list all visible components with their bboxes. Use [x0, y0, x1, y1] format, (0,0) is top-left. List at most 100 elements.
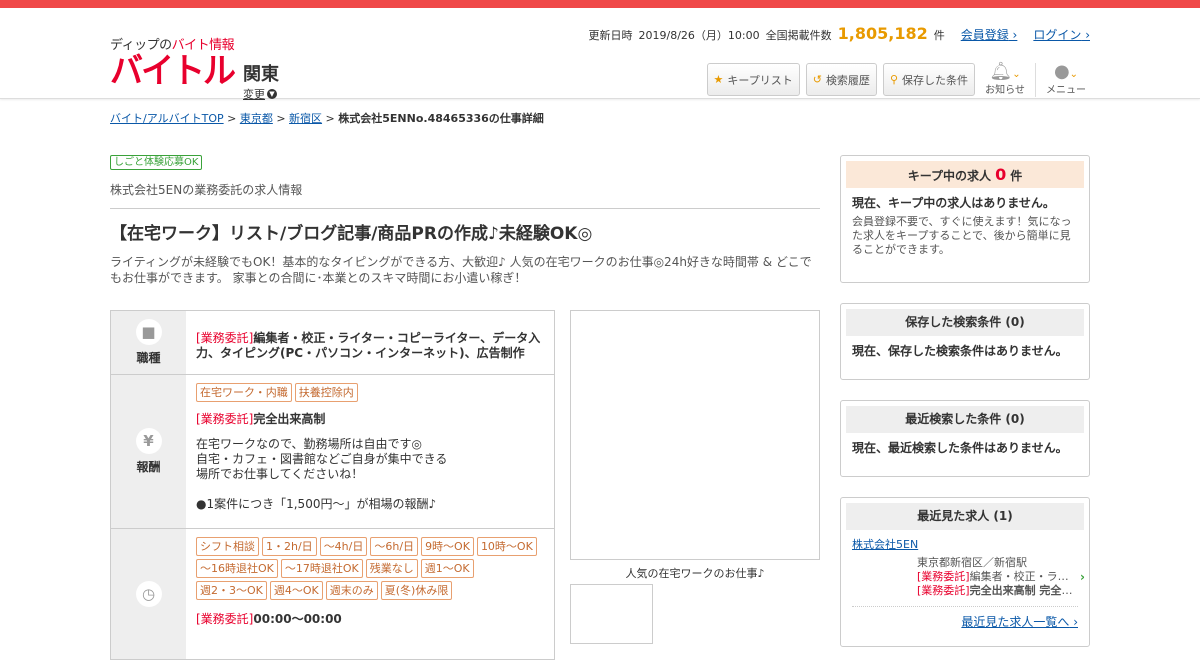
pay-row: ¥ 報酬 在宅ワーク・内職 扶養控除内 [業務委託]完全出来高制 在宅ワークなので… [111, 375, 554, 529]
job-description: ライティングが未経験でもOK！基本的なタイピングができる方、大歓迎♪ 人気の在宅… [110, 255, 812, 285]
bell-icon: 🔔︎⌄ [989, 61, 1021, 82]
time-chip: 10時～OK [476, 537, 537, 556]
time-chip: ～17時退社OK [280, 559, 363, 578]
type-tag: [業務委託] [196, 412, 254, 426]
star-icon: ★ [713, 73, 724, 86]
time-chip: ～16時退社OK [196, 559, 278, 578]
recent-job-location: 東京都新宿区／新宿駅 [917, 556, 1027, 569]
site-header: ディップのバイト情報 バイトル 関東 変更 ▼ 更新日時 2019/8/26（月）… [0, 8, 1200, 102]
job-main-image[interactable] [570, 310, 820, 560]
recent-job-item[interactable]: 東京都新宿区／新宿駅 [業務委託]編集者・校正・ライター・コピーライター [業務… [917, 556, 1085, 598]
type-tag: [業務委託] [917, 570, 970, 583]
time-chip: 9時～OK [421, 537, 474, 556]
logo-wordmark: バイトル [110, 50, 236, 91]
clock-icon: ◷ [135, 581, 162, 607]
pay-chips: 在宅ワーク・内職 扶養控除内 [196, 383, 544, 402]
search-icon: ⚲ [889, 73, 898, 86]
saved-conditions-panel: 保存した検索条件 (0) 現在、保存した検索条件はありません。 [840, 303, 1090, 380]
recent-job-pay: 完全出来高制 完全出来高制 [969, 584, 1077, 597]
job-detail-table: ■ 職種 [業務委託]編集者・校正・ライター・コピーライター、データ入力、タイピン… [110, 310, 555, 660]
job-title: 【在宅ワーク】リスト/ブログ記事/商品PRの作成♪未経験OK◎ [110, 224, 593, 244]
image-thumbnail[interactable] [570, 584, 653, 644]
type-tag: [業務委託] [196, 612, 254, 626]
region-change-link[interactable]: 変更 ▼ [243, 86, 279, 102]
menu-button[interactable]: ●⌄ メニュー [1042, 62, 1090, 97]
time-chip: 週1〜OK [420, 559, 474, 578]
time-chip: 残業なし [365, 559, 418, 578]
pay-title: 完全出来高制 [253, 412, 326, 426]
job-main: しごと体験応募OK 株式会社5ENの業務委託の求人情報 【在宅ワーク】リスト/ブ… [110, 154, 820, 660]
keep-count: 0 [995, 165, 1007, 184]
saved-title: 保存した検索条件 (0) [846, 309, 1084, 336]
keep-list-button[interactable]: ★ キープリスト [706, 63, 800, 96]
time-row: ◷ シフト相談 1・2h/日 ～4h/日 ～6h/日 9時～OK 10時～OK … [111, 529, 554, 659]
time-chip: シフト相談 [196, 537, 259, 556]
breadcrumb: バイト/アルバイトTOP > 東京都 > 新宿区 > 株式会社5ENNo.484… [110, 112, 544, 125]
region-selector: 関東 変更 ▼ [243, 60, 279, 102]
total-unit: 件 [933, 29, 945, 42]
occupation-label: 職種 [136, 351, 161, 365]
image-caption: 人気の在宅ワークのお仕事♪ [625, 567, 765, 580]
time-chip: 1・2h/日 [262, 537, 317, 556]
keep-note: 会員登録不要で、すぐに使えます！気になった求人をキープすることで、後から簡単に見… [852, 215, 1072, 256]
chevron-right-icon: › [1080, 570, 1085, 584]
recent-viewed-panel: 最近見た求人 (1) 株式会社5EN 東京都新宿区／新宿駅 [業務委託]編集者・… [840, 497, 1090, 647]
pay-text: 場所でお仕事してくださいね！ [196, 467, 364, 481]
time-chip: ～4h/日 [319, 537, 368, 556]
time-chip: 夏(冬)休み限 [380, 581, 453, 600]
keep-empty-text: 現在、キープ中の求人はありません。 [852, 196, 1055, 210]
time-value: 00:00～00:00 [253, 612, 342, 626]
yen-icon: ¥ [135, 428, 162, 454]
recent-job-company-link[interactable]: 株式会社5EN [852, 538, 918, 551]
saved-conditions-button[interactable]: ⚲ 保存した条件 [882, 63, 975, 96]
time-chips: シフト相談 1・2h/日 ～4h/日 ～6h/日 9時～OK 10時～OK ～1… [196, 537, 544, 600]
type-tag: [業務委託] [196, 331, 254, 345]
header-tools: ★ キープリスト ↺ 検索履歴 ⚲ 保存した条件 🔔︎⌄ お知らせ ●⌄ メニュー [706, 62, 1091, 97]
total-label: 全国掲載件数 [765, 29, 832, 42]
company-line: 株式会社5ENの業務委託の求人情報 [110, 181, 820, 209]
pay-note: ●1案件につき「1,500円～」が相場の報酬♪ [196, 497, 437, 511]
pay-chip: 扶養控除内 [294, 383, 358, 402]
trial-badge: しごと体験応募OK [110, 155, 203, 170]
total-count: 1,805,182 [837, 24, 928, 43]
recent-more-link[interactable]: 最近見た求人一覧へ › [961, 615, 1078, 629]
site-logo[interactable]: ディップのバイト情報 バイトル [110, 34, 236, 91]
occupation-row: ■ 職種 [業務委託]編集者・校正・ライター・コピーライター、データ入力、タイピン… [111, 311, 554, 375]
type-tag: [業務委託] [917, 584, 970, 597]
recent-search-title: 最近検索した条件 (0) [846, 406, 1084, 433]
user-icon: ●⌄ [1053, 61, 1079, 82]
breadcrumb-current: 株式会社5ENNo.48465336の仕事詳細 [338, 112, 544, 125]
search-history-button[interactable]: ↺ 検索履歴 [805, 63, 877, 96]
pay-text: 自宅・カフェ・図書館などご自身が集中できる [196, 452, 448, 466]
chevron-down-icon: ▼ [267, 89, 277, 99]
header-meta: 更新日時 2019/8/26（月）10:00 全国掲載件数 1,805,182 … [589, 24, 1090, 43]
register-link[interactable]: 会員登録 › [961, 26, 1018, 43]
keep-panel: キープ中の求人 0 件 現在、キープ中の求人はありません。 会員登録不要で、すぐに使… [840, 155, 1090, 283]
breadcrumb-top[interactable]: バイト/アルバイトTOP [110, 112, 224, 125]
saved-empty-text: 現在、保存した検索条件はありません。 [852, 344, 1068, 358]
time-chip: 週2・3〜OK [196, 581, 267, 600]
divider [1035, 62, 1036, 97]
notifications-button[interactable]: 🔔︎⌄ お知らせ [981, 62, 1029, 97]
recent-search-panel: 最近検索した条件 (0) 現在、最近検索した条件はありません。 [840, 400, 1090, 477]
keep-unit: 件 [1010, 169, 1023, 183]
login-link[interactable]: ログイン › [1033, 26, 1090, 43]
breadcrumb-pref[interactable]: 東京都 [240, 112, 273, 125]
pay-chip: 在宅ワーク・内職 [196, 383, 292, 402]
history-icon: ↺ [812, 73, 822, 86]
time-chip: 週末のみ [325, 581, 378, 600]
keep-title: キープ中の求人 [907, 169, 992, 183]
recent-search-empty-text: 現在、最近検索した条件はありません。 [852, 441, 1068, 455]
pay-text: 在宅ワークなので、勤務場所は自由です◎ [196, 437, 422, 451]
top-accent-bar [0, 0, 1200, 8]
pay-label: 報酬 [136, 460, 161, 474]
briefcase-icon: ■ [135, 319, 162, 345]
updated-label: 更新日時 [588, 29, 633, 42]
region-name: 関東 [243, 64, 279, 85]
recent-viewed-title: 最近見た求人 (1) [846, 503, 1084, 530]
recent-job-occupation: 編集者・校正・ライター・コピーライター [969, 570, 1077, 583]
breadcrumb-ward[interactable]: 新宿区 [289, 112, 322, 125]
updated-value: 2019/8/26（月）10:00 [638, 29, 760, 42]
time-chip: ～6h/日 [370, 537, 419, 556]
time-chip: 週4〜OK [269, 581, 323, 600]
